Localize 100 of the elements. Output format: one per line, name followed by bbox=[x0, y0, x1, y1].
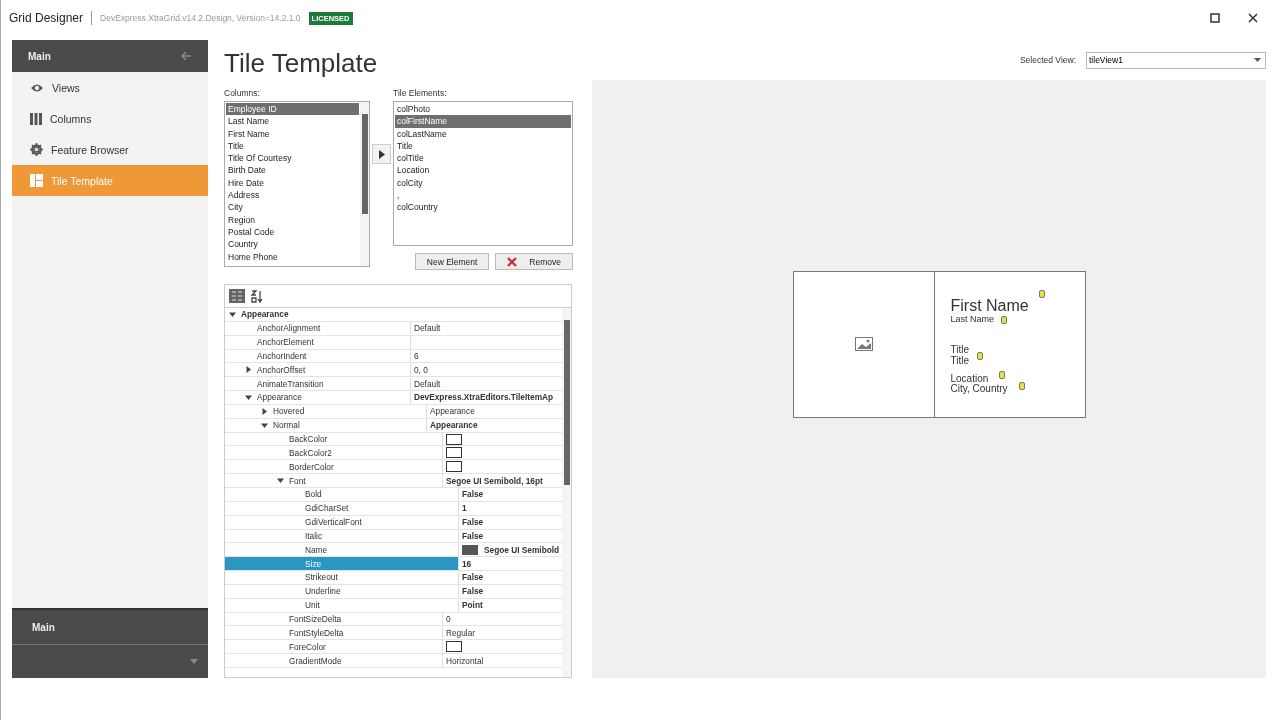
property-name[interactable]: Normal bbox=[225, 418, 427, 432]
tile-element-item[interactable]: colTitle bbox=[395, 152, 571, 165]
tile-element-item[interactable]: , bbox=[395, 189, 571, 202]
sort-az-icon[interactable] bbox=[251, 289, 263, 303]
column-list-item[interactable]: Postal Code bbox=[226, 225, 359, 239]
tile-element-item[interactable]: colCountry bbox=[395, 201, 571, 214]
property-name[interactable]: Font bbox=[225, 474, 443, 487]
property-value[interactable]: 16 bbox=[462, 558, 472, 569]
property-value[interactable]: 0 bbox=[446, 614, 451, 624]
expand-arrow-icon[interactable] bbox=[261, 407, 268, 415]
column-list-item[interactable]: Employee ID bbox=[226, 103, 359, 116]
property-value[interactable]: Point bbox=[462, 600, 483, 611]
color-swatch[interactable] bbox=[446, 641, 462, 653]
scrollbar[interactable] bbox=[562, 308, 571, 677]
property-name[interactable]: BackColor bbox=[225, 432, 443, 446]
add-element-button[interactable] bbox=[372, 144, 391, 164]
image-icon bbox=[854, 337, 873, 351]
new-element-button[interactable]: New Element bbox=[414, 253, 490, 270]
property-value[interactable]: DevExpress.XtraEditors.TileItemAp bbox=[414, 392, 554, 403]
column-list-item[interactable]: Birth Date bbox=[226, 164, 359, 177]
property-name[interactable]: GdiCharSet bbox=[225, 501, 459, 515]
sidebar-item[interactable]: Feature Browser bbox=[12, 134, 208, 165]
color-swatch[interactable] bbox=[446, 433, 462, 445]
tile-element-item[interactable]: colPhoto bbox=[395, 103, 571, 116]
scrollbar[interactable] bbox=[360, 102, 369, 266]
property-name[interactable]: Bold bbox=[225, 487, 459, 501]
property-name[interactable]: Appearance bbox=[225, 308, 562, 321]
property-value[interactable]: Default bbox=[414, 323, 441, 334]
columns-icon bbox=[30, 112, 42, 125]
property-name[interactable]: BackColor2 bbox=[225, 446, 443, 460]
column-list-item[interactable]: Title Of Courtesy bbox=[226, 152, 359, 165]
collapse-arrow-icon[interactable] bbox=[277, 477, 284, 485]
tile-element-item[interactable]: colCity bbox=[395, 176, 571, 190]
property-name[interactable]: AnimateTransition bbox=[225, 377, 411, 391]
color-swatch[interactable] bbox=[446, 461, 462, 473]
property-name[interactable]: GdiVerticalFont bbox=[225, 515, 459, 529]
property-value[interactable]: False bbox=[462, 517, 484, 528]
view-dropdown[interactable]: tileView1 bbox=[1086, 51, 1266, 69]
property-name[interactable]: AnchorElement bbox=[225, 335, 411, 349]
property-name[interactable]: AnchorAlignment bbox=[225, 321, 411, 335]
element-marker-icon[interactable] bbox=[1000, 315, 1007, 324]
property-value[interactable]: Default bbox=[414, 378, 441, 389]
dropdown-arrow-icon[interactable] bbox=[190, 659, 198, 664]
sidebar-item[interactable]: Views bbox=[12, 72, 208, 103]
column-list-item[interactable]: Last Name bbox=[226, 115, 359, 128]
column-list-item[interactable]: Title bbox=[226, 139, 359, 153]
property-value[interactable]: False bbox=[462, 572, 484, 583]
collapse-arrow-icon[interactable] bbox=[229, 310, 236, 318]
column-list-item[interactable]: First Name bbox=[226, 127, 359, 140]
expand-arrow-icon[interactable] bbox=[245, 366, 252, 374]
property-name[interactable]: Name bbox=[225, 543, 459, 557]
element-marker-icon[interactable] bbox=[1038, 289, 1045, 298]
property-name[interactable]: AnchorIndent bbox=[225, 349, 411, 363]
property-value[interactable]: False bbox=[462, 530, 484, 541]
tile-element-item[interactable]: colLastName bbox=[395, 127, 571, 140]
property-value[interactable]: Appearance bbox=[430, 406, 475, 417]
tile-element-item[interactable]: Location bbox=[395, 164, 571, 177]
collapse-arrow-icon[interactable] bbox=[261, 421, 268, 429]
property-name[interactable]: Underline bbox=[225, 584, 459, 598]
property-name[interactable]: Italic bbox=[225, 529, 459, 543]
property-name[interactable]: FontSizeDelta bbox=[225, 612, 443, 626]
column-list-item[interactable]: Home Phone bbox=[226, 250, 359, 263]
property-value[interactable]: Regular bbox=[446, 627, 476, 638]
property-name[interactable]: Strikeout bbox=[225, 571, 459, 584]
tile-text: City, Country bbox=[950, 383, 1008, 394]
property-value[interactable]: Segoe UI Semibold, 16pt bbox=[446, 475, 543, 486]
column-list-item[interactable]: Region bbox=[226, 213, 359, 226]
property-value[interactable]: False bbox=[462, 586, 484, 597]
property-name[interactable]: ForeColor bbox=[225, 640, 443, 654]
tile-element-item[interactable]: Title bbox=[395, 139, 571, 153]
property-name[interactable]: Appearance bbox=[225, 391, 411, 404]
tile-element-item[interactable]: colFirstName bbox=[395, 115, 571, 128]
property-name[interactable]: BorderColor bbox=[225, 460, 443, 474]
column-list-item[interactable]: Hire Date bbox=[226, 176, 359, 190]
element-marker-icon[interactable] bbox=[1018, 381, 1025, 390]
sidebar-item[interactable]: Columns bbox=[12, 103, 208, 134]
property-name[interactable]: Unit bbox=[225, 598, 459, 612]
property-name[interactable]: FontStyleDelta bbox=[225, 626, 443, 640]
maximize-icon[interactable] bbox=[1210, 13, 1220, 23]
element-marker-icon[interactable] bbox=[998, 370, 1005, 379]
close-icon[interactable] bbox=[1248, 13, 1258, 23]
property-value[interactable]: 1 bbox=[462, 503, 467, 514]
property-value[interactable]: 0, 0 bbox=[414, 364, 428, 375]
sidebar-footer-label[interactable]: Main bbox=[32, 621, 55, 633]
element-marker-icon[interactable] bbox=[976, 351, 983, 360]
property-name[interactable]: GradientMode bbox=[225, 654, 443, 667]
property-value[interactable]: Segoe UI Semibold bbox=[484, 544, 560, 555]
color-swatch[interactable] bbox=[446, 447, 462, 459]
column-list-item[interactable]: Country bbox=[226, 238, 359, 251]
remove-button[interactable]: Remove bbox=[495, 253, 573, 270]
property-name[interactable]: AnchorOffset bbox=[225, 363, 411, 377]
collapse-arrow-icon[interactable] bbox=[245, 394, 252, 401]
column-list-item[interactable]: City bbox=[226, 201, 359, 214]
property-value[interactable]: Appearance bbox=[430, 420, 478, 431]
property-value[interactable]: Horizontal bbox=[446, 655, 484, 666]
back-arrow-icon[interactable] bbox=[180, 51, 192, 61]
property-value[interactable]: False bbox=[462, 489, 484, 500]
column-list-item[interactable]: Address bbox=[226, 189, 359, 202]
property-name[interactable]: Hovered bbox=[225, 404, 427, 418]
property-value[interactable]: 6 bbox=[414, 350, 419, 361]
